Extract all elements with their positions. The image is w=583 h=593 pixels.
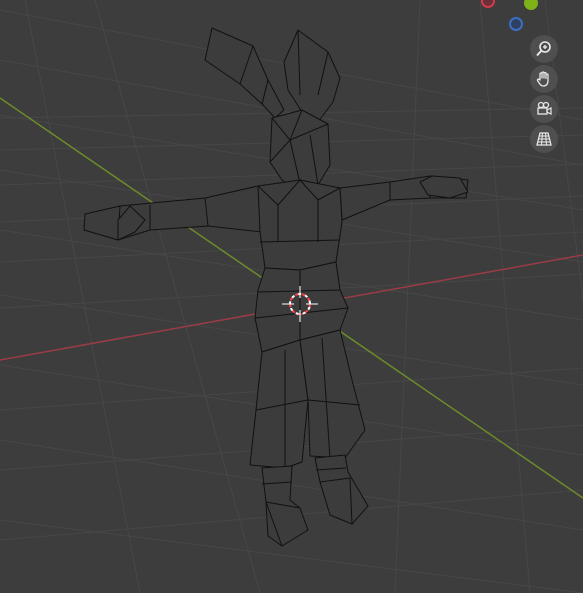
hand-icon (536, 71, 549, 87)
grid-icon (536, 132, 552, 146)
camera-button[interactable] (530, 95, 558, 123)
character-mesh[interactable] (83, 27, 469, 547)
viewport-scene[interactable] (0, 0, 583, 593)
perspective-button[interactable] (530, 125, 558, 153)
zoom-button[interactable] (530, 35, 558, 63)
zoom-in-icon (536, 41, 551, 57)
camera-icon (537, 101, 552, 115)
pan-button[interactable] (530, 65, 558, 93)
z-axis-gizmo-dot[interactable] (509, 17, 523, 31)
3d-viewport[interactable] (0, 0, 583, 593)
